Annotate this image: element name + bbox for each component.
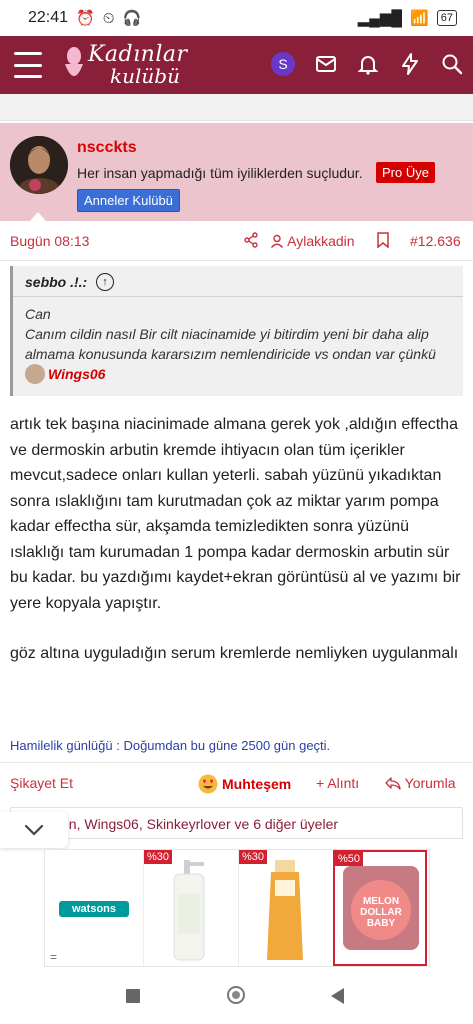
user-avatar[interactable]: S xyxy=(271,52,295,76)
user-signature[interactable]: Hamilelik günlüğü : Doğumdan bu güne 250… xyxy=(10,738,330,753)
bookmark-icon[interactable] xyxy=(376,232,390,248)
recents-icon[interactable] xyxy=(126,989,140,1003)
discount-badge: %50 xyxy=(335,852,364,866)
post-actions: Şikayet Et Muhteşem + Alıntı Yorumla xyxy=(0,768,473,798)
bolt-icon[interactable] xyxy=(398,52,422,76)
author-avatar[interactable] xyxy=(10,136,68,194)
mention-name: Wings06 xyxy=(48,366,106,382)
heart-eyes-emoji-icon xyxy=(198,774,218,794)
svg-text:BABY: BABY xyxy=(367,918,396,929)
discount-badge: %30 xyxy=(144,850,173,864)
ad-brand-panel: watsons = xyxy=(45,850,143,966)
headphones-icon: 🎧 xyxy=(122,9,142,27)
svg-text:MELON: MELON xyxy=(363,896,399,907)
signal-icon: ▂▄▆█ xyxy=(357,9,403,27)
quote-author[interactable]: sebbo .!.: xyxy=(25,274,87,290)
ad-banner[interactable]: watsons = %30 %30 MELON DOLLAR BABY %50 xyxy=(44,849,430,967)
wifi-icon: 📶 xyxy=(410,9,429,27)
home-icon[interactable] xyxy=(227,986,245,1004)
alarm-clock-icon: ⏲ xyxy=(102,9,115,27)
quote-line: Canım cildin nasıl Bir cilt niacinamide … xyxy=(25,326,436,362)
blush-compact-icon: MELON DOLLAR BABY xyxy=(343,866,419,950)
post-number[interactable]: #12.636 xyxy=(410,233,461,249)
user-mention[interactable]: Wings06 xyxy=(25,364,105,384)
sub-header-bar xyxy=(0,94,473,121)
post-time[interactable]: Bugün 08:13 xyxy=(10,233,89,249)
discount-badge: %30 xyxy=(239,850,268,864)
post-paragraph: artık tek başına niacinimade almana gere… xyxy=(10,416,461,612)
mail-icon[interactable] xyxy=(314,52,338,76)
site-logo[interactable]: Kadınlar kulübü xyxy=(62,42,232,88)
battery-icon: 67 xyxy=(436,10,457,26)
quote-divider xyxy=(13,296,463,297)
reaction-users: en, Wings06, Skinkeyrlover ve 6 diğer üy… xyxy=(61,816,339,832)
chevron-down-icon xyxy=(24,824,44,836)
ad-product[interactable]: %30 xyxy=(238,850,333,966)
menu-icon[interactable] xyxy=(14,52,42,78)
share-icon[interactable] xyxy=(243,232,259,248)
search-icon[interactable] xyxy=(440,52,464,76)
ad-menu-icon: = xyxy=(50,950,58,964)
quote-line: Can xyxy=(25,306,51,322)
post-meta: Bugün 08:13 Aylakkadin #12.636 xyxy=(0,222,473,261)
pump-bottle-icon xyxy=(173,860,205,961)
author-username[interactable]: nscckts xyxy=(77,139,137,157)
post-author-link[interactable]: Aylakkadin xyxy=(270,233,355,249)
svg-text:DOLLAR: DOLLAR xyxy=(360,907,402,918)
back-icon[interactable] xyxy=(331,988,344,1004)
reply-icon xyxy=(385,777,401,790)
ad-product[interactable]: MELON DOLLAR BABY %50 xyxy=(333,850,427,966)
ad-product[interactable]: %30 xyxy=(143,850,238,966)
pro-member-badge: Pro Üye xyxy=(376,162,435,183)
post-author-name: Aylakkadin xyxy=(287,233,355,249)
post-author-card: nscckts Her insan yapmadığı tüm iyilikle… xyxy=(0,123,473,221)
quote-text: Can Canım cildin nasıl Bir cilt niacinam… xyxy=(25,304,455,389)
reaction-list[interactable]: en, Wings06, Skinkeyrlover ve 6 diğer üy… xyxy=(10,807,463,839)
bell-icon[interactable] xyxy=(356,52,380,76)
logo-text-2: kulübü xyxy=(110,64,180,88)
reply-label: Yorumla xyxy=(404,775,456,791)
tube-icon xyxy=(267,860,303,960)
reply-button[interactable]: Yorumla xyxy=(385,775,456,791)
clock: 22:41 xyxy=(28,9,69,26)
mention-avatar xyxy=(25,364,45,384)
post-paragraph: göz altına uyguladığın serum kremlerde n… xyxy=(10,645,459,662)
post-body: artık tek başına niacinimade almana gere… xyxy=(10,412,465,692)
author-tagline: Her insan yapmadığı tüm iyiliklerden suç… xyxy=(77,165,363,181)
go-to-quote-icon[interactable]: ↑ xyxy=(96,273,114,291)
group-badge[interactable]: Anneler Kulübü xyxy=(77,189,180,212)
status-bar: 22:41 ⏰ ⏲ 🎧 ▂▄▆█ 📶 67 xyxy=(0,0,473,36)
report-button[interactable]: Şikayet Et xyxy=(10,775,73,791)
collapse-ad-button[interactable] xyxy=(0,812,68,848)
user-icon xyxy=(270,234,284,248)
reaction-button[interactable]: Muhteşem xyxy=(198,774,291,794)
watsons-logo: watsons xyxy=(59,901,129,917)
card-notch xyxy=(30,212,46,221)
divider xyxy=(0,762,473,763)
quote-block: sebbo .!.: ↑ Can Canım cildin nasıl Bir … xyxy=(10,266,463,396)
system-nav-bar xyxy=(0,972,473,1024)
reaction-label: Muhteşem xyxy=(222,776,292,792)
author-avatar-image xyxy=(10,136,68,194)
quote-button[interactable]: + Alıntı xyxy=(316,775,359,791)
logo-mark-icon xyxy=(65,47,83,76)
alarm-icon: ⏰ xyxy=(76,9,95,27)
